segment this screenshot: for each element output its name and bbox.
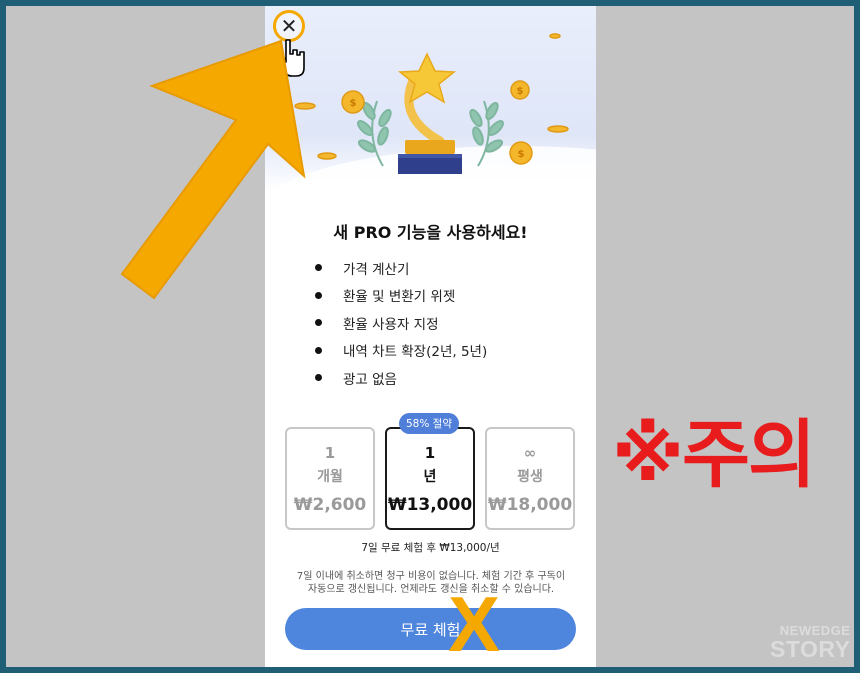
plan-price: ₩18,000 (487, 495, 573, 515)
plan-unit: 평생 (517, 469, 543, 485)
plan-number: 1 (424, 444, 436, 462)
bullet-icon (315, 346, 322, 354)
feature-list: 가격 계산기 환율 및 변환기 위젯 환율 사용자 지정 내역 차트 확장(2년… (315, 254, 487, 392)
list-item: 환율 및 변환기 위젯 (315, 282, 487, 310)
bullet-icon (315, 374, 322, 382)
plan-number: ∞ (523, 444, 537, 462)
cancel-note: 7일 이내에 취소하면 청구 비용이 없습니다. 체험 기간 후 구독이 자동으… (296, 571, 566, 595)
list-item: 광고 없음 (315, 364, 487, 392)
list-item: 가격 계산기 (315, 254, 487, 282)
plan-unit: 년 (423, 469, 437, 485)
svg-text:$: $ (517, 86, 524, 97)
plan-number: 1 (324, 444, 336, 462)
x-annotation: X (448, 580, 501, 668)
plan-selector: 58% 절약 1 개월 ₩2,600 1 년 ₩13,000 ∞ 평생 ₩18,… (285, 413, 577, 531)
plan-unit: 개월 (317, 469, 343, 485)
annotation-arrow (120, 39, 306, 300)
svg-text:$: $ (518, 149, 525, 160)
trial-note: 7일 무료 체험 후 ₩13,000/년 (361, 542, 500, 554)
list-item: 환율 사용자 지정 (315, 309, 487, 337)
bullet-icon (315, 319, 322, 327)
plan-monthly[interactable]: 1 개월 ₩2,600 (285, 427, 375, 530)
plan-lifetime[interactable]: ∞ 평생 ₩18,000 (485, 427, 575, 530)
watermark: NEWEDGE STORY (770, 623, 851, 662)
warning-annotation: ※주의 (612, 412, 816, 498)
plan-price: ₩2,600 (293, 495, 367, 515)
svg-text:$: $ (350, 98, 357, 109)
close-icon: ✕ (280, 14, 298, 38)
list-item: 내역 차트 확장(2년, 5년) (315, 337, 487, 365)
plan-yearly[interactable]: 1 년 ₩13,000 (385, 427, 475, 530)
bullet-icon (315, 264, 322, 272)
bullet-icon (315, 291, 322, 299)
plan-price: ₩13,000 (387, 495, 473, 515)
free-trial-button[interactable]: 무료 체험 (285, 608, 576, 650)
savings-badge: 58% 절약 (399, 413, 459, 434)
